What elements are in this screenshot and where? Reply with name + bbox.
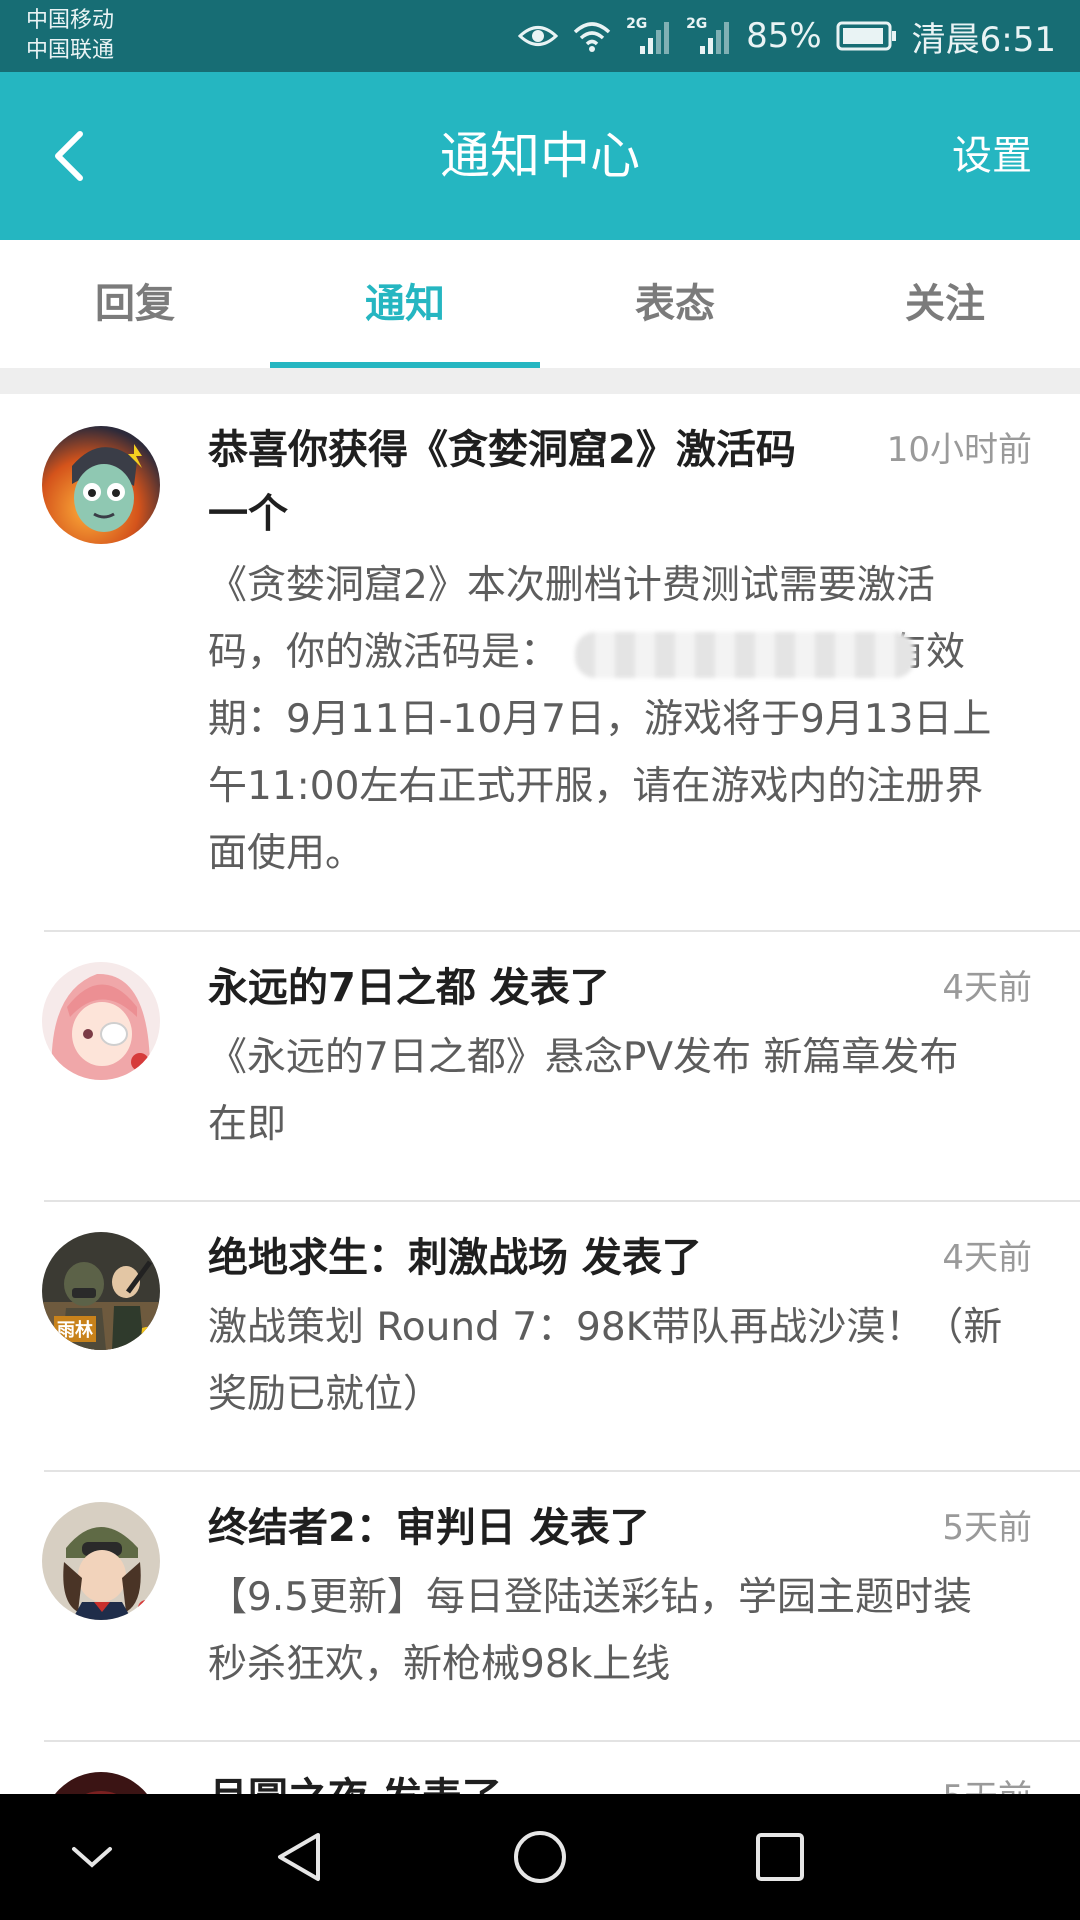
avatar[interactable] [42, 1502, 160, 1620]
avatar[interactable]: 雨林 [42, 1232, 160, 1350]
signal-1: 2G [626, 16, 672, 56]
status-bar: 中国移动 中国联通 2G 2G 85% 清晨6:51 [0, 0, 1080, 72]
notification-title: 月圆之夜 发表了 [208, 1766, 828, 1794]
body-line: 奖励已就位） [208, 1372, 443, 1417]
avatar-game-label: 雨林 [54, 1316, 96, 1342]
tab-reply[interactable]: 回复 [0, 240, 270, 368]
wifi-icon [573, 22, 611, 52]
notification-title: 永远的7日之都 发表了 [208, 965, 610, 1011]
battery-percent: 85% [746, 16, 822, 56]
body-line: 《永远的7日之都》悬念PV发布 新篇章发布 [208, 1035, 959, 1080]
carrier-info: 中国移动 中国联通 [26, 6, 114, 66]
nav-hide-button[interactable] [62, 1827, 122, 1887]
settings-button[interactable]: 设置 [952, 72, 1032, 240]
notification-title: 终结者2：审判日 发表了 [208, 1505, 650, 1551]
notification-time: 4天前 [942, 968, 1032, 1008]
notification-title-line: 一个 [208, 491, 288, 537]
body-line: 秒杀狂欢，新枪械98k上线 [208, 1642, 671, 1687]
circle-home-icon [514, 1831, 566, 1883]
tab-bar: 回复 通知 表态 关注 [0, 240, 1080, 368]
blurred-activation-code [575, 631, 916, 678]
body-line: 期：9月11日-10月7日，游戏将于9月13日上 [208, 697, 992, 742]
nav-back-button[interactable] [270, 1827, 330, 1887]
notification-time: 5天前 [942, 1766, 1032, 1794]
signal-bars-icon [640, 22, 670, 54]
notification-item[interactable]: 永远的7日之都 发表了 4天前 《永远的7日之都》悬念PV发布 新篇章发布 在即 [0, 932, 1080, 1202]
body-line-2-prefix: 码，你的激活码是： [208, 630, 560, 675]
notification-title: 恭喜你获得《贪婪洞窟2》激活码 一个 [208, 418, 828, 546]
notification-title: 绝地求生：刺激战场 发表了 [208, 1235, 702, 1281]
notification-item[interactable]: 恭喜你获得《贪婪洞窟2》激活码 一个 10小时前 《贪婪洞窟2》本次删档计费测试… [0, 394, 1080, 932]
status-icons: 2G 2G 85% 清晨6:51 [518, 0, 1056, 72]
notification-time: 10小时前 [886, 430, 1032, 470]
clock: 清晨6:51 [911, 19, 1056, 60]
body-line: 在即 [208, 1102, 287, 1147]
section-gap [0, 368, 1080, 394]
signal-bars-icon [700, 22, 730, 54]
eye-icon [518, 26, 559, 46]
notification-body: 激战策划 Round 7：98K带队再战沙漠！（新 奖励已就位） [208, 1294, 1038, 1428]
signal-2: 2G [686, 16, 732, 56]
page-title: 通知中心 [440, 127, 640, 185]
nav-home-button[interactable] [510, 1827, 570, 1887]
app-header: 通知中心 设置 [0, 72, 1080, 240]
tab-reaction[interactable]: 表态 [540, 240, 810, 368]
body-line: 《贪婪洞窟2》本次删档计费测试需要激活 [208, 563, 935, 608]
nav-recents-button[interactable] [750, 1827, 810, 1887]
body-line: 激战策划 Round 7：98K带队再战沙漠！（新 [208, 1305, 1003, 1350]
body-line-2: 码，你的激活码是： 有效 [208, 619, 1038, 686]
notification-body: 【9.5更新】每日登陆送彩钻，学园主题时装 秒杀狂欢，新枪械98k上线 [208, 1564, 1038, 1698]
notification-item[interactable]: 月圆之夜 发表了 5天前 [0, 1742, 1080, 1794]
chevron-down-icon [72, 1847, 112, 1868]
avatar[interactable] [42, 1772, 160, 1794]
tab-follow[interactable]: 关注 [810, 240, 1080, 368]
notification-time: 5天前 [942, 1508, 1032, 1548]
system-nav-bar [0, 1794, 1080, 1920]
carrier-2: 中国联通 [26, 38, 115, 63]
notification-item[interactable]: 雨林 绝地求生：刺激战场 发表了 4天前 激战策划 Round 7：98K带队再… [0, 1202, 1080, 1472]
notification-body: 《永远的7日之都》悬念PV发布 新篇章发布 在即 [208, 1024, 1038, 1158]
body-line: 【9.5更新】每日登陆送彩钻，学园主题时装 [208, 1575, 973, 1620]
back-button[interactable] [42, 124, 106, 188]
notification-body: 《贪婪洞窟2》本次删档计费测试需要激活 码，你的激活码是： 有效 期：9月11日-… [208, 552, 1038, 887]
body-line: 面使用。 [208, 831, 365, 876]
notification-list: 恭喜你获得《贪婪洞窟2》激活码 一个 10小时前 《贪婪洞窟2》本次删档计费测试… [0, 394, 1080, 1794]
avatar[interactable] [42, 426, 160, 544]
tab-notify[interactable]: 通知 [270, 240, 540, 368]
battery-icon [836, 21, 896, 51]
square-recents-icon [756, 1833, 804, 1881]
notification-title-line: 恭喜你获得《贪婪洞窟2》激活码 [208, 427, 796, 473]
body-line: 午11:00左右正式开服，请在游戏内的注册界 [208, 764, 984, 809]
chevron-left-icon [55, 131, 83, 181]
avatar[interactable] [42, 962, 160, 1080]
notification-time: 4天前 [942, 1238, 1032, 1278]
carrier-1: 中国移动 [26, 8, 115, 33]
notification-item[interactable]: 终结者2：审判日 发表了 5天前 【9.5更新】每日登陆送彩钻，学园主题时装 秒… [0, 1472, 1080, 1742]
triangle-back-icon [278, 1833, 320, 1881]
